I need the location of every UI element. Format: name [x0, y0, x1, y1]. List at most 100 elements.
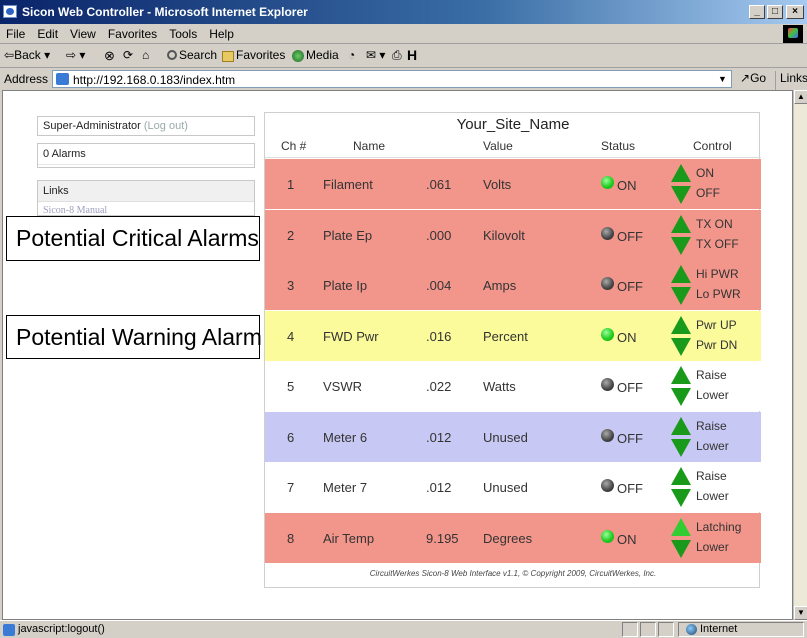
control-down-label[interactable]: OFF: [696, 186, 720, 200]
table-header: Ch # Name Value Status Control: [265, 136, 761, 158]
minimize-button[interactable]: _: [749, 5, 765, 19]
lower-arrow-icon[interactable]: [671, 337, 691, 356]
chevron-down-icon[interactable]: ▼: [716, 73, 729, 85]
channel-value: .061: [426, 177, 452, 192]
control-down-label[interactable]: Lower: [696, 540, 729, 554]
control-up-label[interactable]: Latching: [696, 520, 741, 534]
channel-number: 3: [287, 278, 295, 293]
header-status: Status: [601, 139, 636, 153]
raise-arrow-icon[interactable]: [671, 265, 691, 283]
logout-link[interactable]: (Log out): [144, 120, 188, 132]
header-ch: Ch #: [281, 139, 307, 153]
status-off-icon: [601, 479, 614, 492]
lower-arrow-icon[interactable]: [671, 186, 691, 204]
control-up-label[interactable]: ON: [696, 166, 714, 180]
control-down-label[interactable]: Pwr DN: [696, 338, 737, 352]
print-icon[interactable]: ⎙: [392, 48, 402, 63]
footer-copyright: CircuitWerkes Sicon-8 Web Interface v1.1…: [369, 569, 657, 578]
lower-arrow-icon[interactable]: [671, 236, 691, 255]
control-up-label[interactable]: Pwr UP: [696, 318, 737, 332]
favorites-button[interactable]: Favorites: [222, 48, 285, 62]
links-label: Links: [780, 71, 807, 85]
table-row: 2 Plate Ep .000 Kilovolt OFF TX ON TX OFF: [265, 209, 761, 260]
lower-arrow-icon[interactable]: [671, 489, 691, 507]
mail-icon[interactable]: ✉ ▾: [366, 48, 385, 62]
search-button[interactable]: Search: [167, 48, 217, 62]
table-row: 5 VSWR .022 Watts OFF Raise Lower: [265, 361, 761, 411]
status-segment: [622, 622, 638, 637]
menu-edit[interactable]: Edit: [31, 24, 64, 41]
maximize-button[interactable]: □: [767, 5, 783, 19]
page-viewport: Super-Administrator (Log out) 0 Alarms L…: [2, 90, 793, 620]
status-off-icon: [601, 277, 614, 290]
channel-unit: Unused: [483, 429, 528, 445]
channel-value: .012: [426, 429, 452, 445]
scroll-down-icon[interactable]: ▼: [794, 606, 807, 620]
lower-arrow-icon[interactable]: [671, 388, 691, 406]
status-bar: javascript:logout() Internet: [0, 620, 807, 638]
home-icon[interactable]: ⌂: [142, 48, 149, 62]
vertical-scrollbar[interactable]: ▲ ▼: [793, 90, 807, 620]
raise-arrow-icon[interactable]: [671, 164, 691, 182]
media-button[interactable]: Media: [292, 48, 339, 62]
back-button[interactable]: ⇦Back ▾: [4, 48, 50, 62]
lower-arrow-icon[interactable]: [671, 287, 691, 305]
user-name: Super-Administrator: [43, 120, 141, 132]
raise-arrow-icon[interactable]: [671, 214, 691, 233]
address-url: http://192.168.0.183/index.htm: [73, 73, 236, 87]
channel-status: OFF: [617, 228, 643, 244]
scroll-up-icon[interactable]: ▲: [794, 90, 807, 104]
channel-name: Air Temp: [323, 530, 375, 546]
table-row: 6 Meter 6 .012 Unused OFF Raise Lower: [265, 411, 761, 462]
menu-file[interactable]: File: [0, 24, 31, 41]
control-down-label[interactable]: Lower: [696, 439, 729, 453]
channel-value: .004: [426, 278, 452, 293]
channel-unit: Volts: [483, 177, 512, 192]
menu-bar: File Edit View Favorites Tools Help: [0, 24, 807, 44]
page-status-icon: [3, 624, 15, 636]
menu-favorites[interactable]: Favorites: [102, 24, 163, 41]
control-up-label[interactable]: Raise: [696, 419, 727, 433]
lower-arrow-icon[interactable]: [671, 539, 691, 558]
alarms-box: 0 Alarms: [37, 143, 255, 168]
channel-number: 2: [287, 227, 295, 243]
menu-tools[interactable]: Tools: [163, 24, 203, 41]
media-icon: [292, 50, 304, 62]
menu-help[interactable]: Help: [203, 24, 240, 41]
raise-arrow-icon[interactable]: [671, 416, 691, 435]
channel-value: 9.195: [426, 530, 459, 546]
raise-arrow-icon[interactable]: [671, 366, 691, 384]
lower-arrow-icon[interactable]: [671, 438, 691, 457]
stop-icon[interactable]: ⊗: [104, 48, 115, 64]
ie-page-icon: [3, 5, 17, 18]
status-segment: [658, 622, 674, 637]
media-label: Media: [306, 48, 339, 62]
browser-window: Sicon Web Controller - Microsoft Interne…: [0, 0, 807, 638]
control-down-label[interactable]: Lo PWR: [696, 287, 741, 301]
control-up-label[interactable]: Hi PWR: [696, 267, 739, 281]
control-up-label[interactable]: Raise: [696, 469, 727, 483]
control-down-label[interactable]: Lower: [696, 489, 729, 503]
raise-arrow-icon[interactable]: [671, 517, 691, 536]
close-button[interactable]: ×: [786, 5, 804, 19]
menu-view[interactable]: View: [64, 24, 102, 41]
table-row: 7 Meter 7 .012 Unused OFF Raise Lower: [265, 462, 761, 512]
go-button[interactable]: ↗Go: [740, 71, 766, 85]
control-up-label[interactable]: TX ON: [696, 217, 733, 231]
address-input[interactable]: http://192.168.0.183/index.htm ▼: [52, 70, 732, 88]
forward-button[interactable]: ⇨ ▾: [66, 48, 85, 62]
warning-alarm-callout: Potential Warning Alarm: [6, 315, 262, 359]
raise-arrow-icon[interactable]: [671, 467, 691, 485]
refresh-icon[interactable]: ⟳: [123, 48, 133, 62]
table-row: 1 Filament .061 Volts ON ON OFF: [265, 159, 761, 209]
user-line: Super-Administrator (Log out): [38, 117, 254, 135]
history-icon[interactable]: ◔: [348, 48, 355, 62]
control-down-label[interactable]: Lower: [696, 388, 729, 402]
channel-status: ON: [617, 531, 637, 547]
control-down-label[interactable]: TX OFF: [696, 237, 739, 251]
raise-arrow-icon[interactable]: [671, 315, 691, 334]
edit-icon[interactable]: H: [407, 47, 417, 63]
control-up-label[interactable]: Raise: [696, 368, 727, 382]
channel-name: FWD Pwr: [323, 328, 379, 344]
search-label: Search: [179, 48, 218, 62]
